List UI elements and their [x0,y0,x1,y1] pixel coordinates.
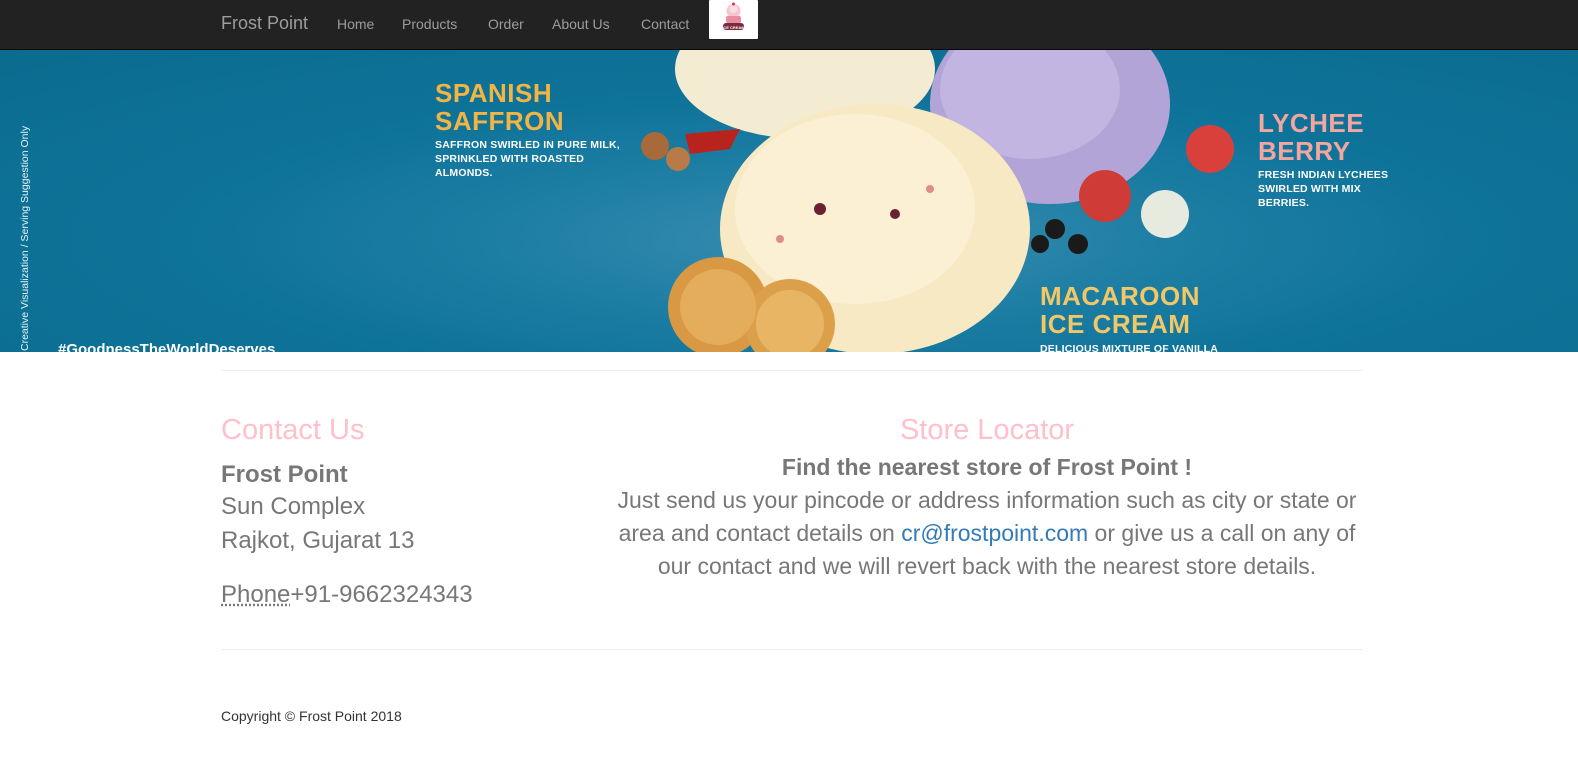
store-locator-title: Store Locator [899,414,1075,446]
store-locator-heading: Find the nearest store of Frost Point ! [781,454,1193,480]
flavor-title-spanish-saffron: SPANISH SAFFRON [435,78,565,136]
nav-item-about-us[interactable]: About Us [552,16,610,32]
nav-item-products[interactable]: Products [402,16,457,32]
flavor-desc-lychee-berry: FRESH INDIAN LYCHEES SWIRLED WITH MIX BE… [1258,169,1389,209]
flavor-desc-macaroon-ice-cream: DELICIOUS MIXTURE OF VANILLA [1040,343,1219,352]
store-email-link[interactable]: cr@frostpoint.com [901,520,1088,546]
contact-company-name: Frost Point [221,461,348,488]
contact-city: Rajkot, Gujarat 13 [221,527,415,554]
logo-text: ICE CREAM [722,25,745,30]
banner-hashtag: #GoodnessTheWorldDeserves [58,341,276,352]
divider-bottom [221,649,1363,650]
ice-cream-logo-icon: ICE CREAM [722,2,745,30]
nav-item-order[interactable]: Order [488,16,524,32]
phone-label: Phone [221,581,291,608]
ice-cream-logo[interactable]: ICE CREAM [709,0,758,39]
contact-us-title: Contact Us [221,414,365,446]
contact-phone: Phone+91-9662324343 [221,581,473,609]
brand-link[interactable]: Frost Point [221,13,308,34]
flavor-desc-spanish-saffron: SAFFRON SWIRLED IN PURE MILK, SPRINKLED … [435,139,620,179]
phone-number: +91-9662324343 [290,581,473,608]
flavor-title-lychee-berry: LYCHEE BERRY [1258,108,1365,166]
nav-item-contact[interactable]: Contact [641,16,689,32]
flavor-title-macaroon-ice-cream: MACAROON ICE CREAM [1040,281,1200,339]
store-locator-text: Find the nearest store of Frost Point ! … [611,451,1363,583]
contact-street: Sun Complex [221,493,366,520]
divider-top [221,370,1363,371]
store-locator-body: Just send us your pincode or address inf… [617,487,1357,579]
hero-banner: Creative Visualization / Serving Suggest… [0,49,1578,352]
top-navbar: Frost Point Home Products Order About Us… [0,0,1578,50]
footer-copyright: Copyright © Frost Point 2018 [221,708,402,724]
nav-item-home[interactable]: Home [337,16,374,32]
serving-suggestion-note: Creative Visualization / Serving Suggest… [19,125,31,351]
